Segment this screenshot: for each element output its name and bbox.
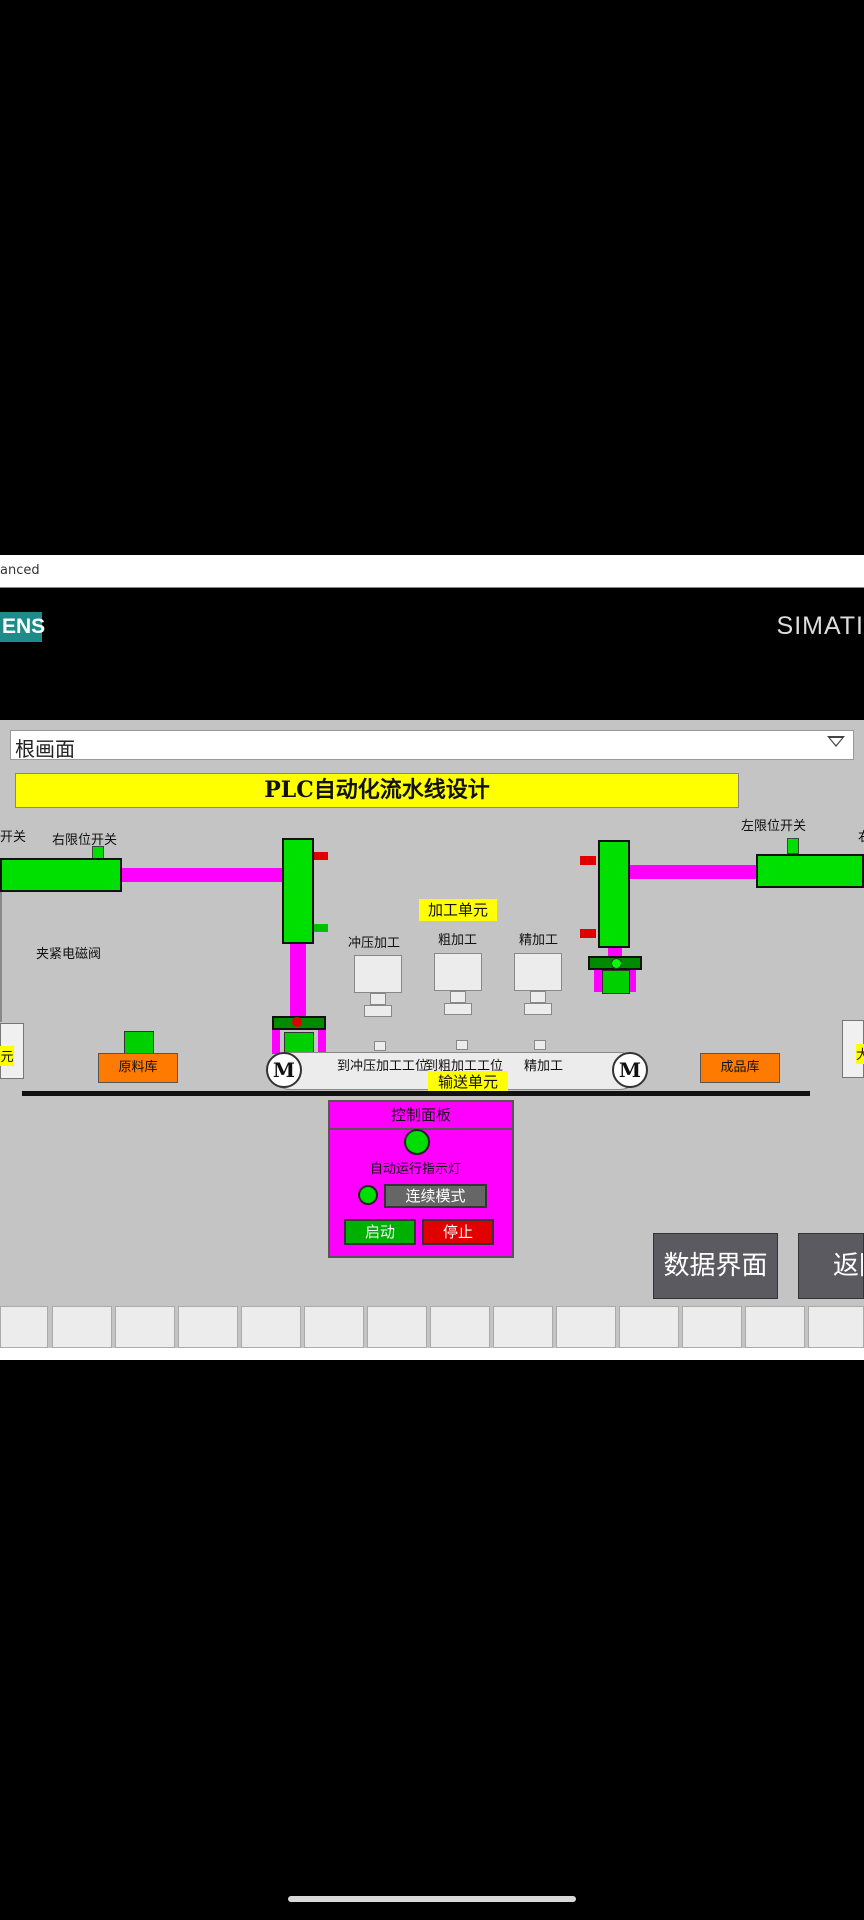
stop-button[interactable]: 停止 — [422, 1219, 494, 1245]
processing-unit-label: 加工单元 — [419, 899, 497, 921]
right-lift-upper-sensor — [580, 856, 596, 865]
fine-tool-tip — [524, 1003, 552, 1015]
right-unit-label: 大 — [856, 1044, 864, 1064]
function-key-2[interactable] — [52, 1306, 112, 1348]
left-gripper-sensor — [292, 1017, 302, 1027]
press-position-sensor — [374, 1041, 386, 1051]
function-key-12[interactable] — [682, 1306, 742, 1348]
right-gripper-sensor — [611, 958, 622, 969]
right-gripper-jaw-l — [594, 970, 602, 992]
left-lift-rod — [290, 944, 306, 1016]
function-key-7[interactable] — [367, 1306, 427, 1348]
function-key-4[interactable] — [178, 1306, 238, 1348]
function-key-bar — [0, 1306, 864, 1348]
rough-tool-head — [434, 953, 482, 991]
mode-indicator — [358, 1185, 378, 1205]
function-key-10[interactable] — [556, 1306, 616, 1348]
function-key-11[interactable] — [619, 1306, 679, 1348]
back-button[interactable]: 返回 — [798, 1233, 864, 1299]
conveyor-unit-label: 输送单元 — [428, 1071, 508, 1093]
function-key-9[interactable] — [493, 1306, 553, 1348]
press-position-label: 到冲压加工工位 — [337, 1059, 429, 1074]
tool-rough-label: 粗加工 — [438, 933, 478, 948]
tool-fine-label: 精加工 — [519, 933, 559, 948]
press-tool-head — [354, 955, 402, 993]
right-lift-lower-sensor — [580, 929, 596, 938]
screen-selector[interactable]: 根画面 — [10, 730, 854, 761]
product-name: SIMATI — [776, 612, 864, 640]
data-screen-button[interactable]: 数据界面 — [653, 1233, 778, 1299]
left-guide-line — [0, 892, 2, 1022]
fine-tool-head — [514, 953, 562, 991]
left-limit-switch — [787, 838, 799, 854]
rough-tool-tip — [444, 1003, 472, 1015]
left-gripper-jaw-r — [318, 1030, 326, 1054]
page-title: PLC自动化流水线设计 — [15, 773, 739, 808]
home-indicator[interactable] — [288, 1896, 576, 1902]
fine-position-sensor — [534, 1040, 546, 1050]
right-lift-cylinder — [598, 840, 630, 948]
control-panel-title: 控制面板 — [330, 1102, 512, 1130]
press-tool-shaft — [370, 993, 386, 1005]
right-cylinder-body — [756, 854, 864, 888]
left-cylinder-body — [0, 858, 122, 892]
raw-store: 原料库 — [98, 1053, 178, 1083]
raw-workpiece — [124, 1031, 154, 1055]
brand-logo: ENS — [0, 612, 45, 642]
auto-run-indicator — [404, 1129, 430, 1155]
screen-selector-value: 根画面 — [15, 737, 75, 761]
finished-store: 成品库 — [700, 1053, 780, 1083]
left-gripper-jaw-l — [272, 1030, 280, 1054]
left-lift-cylinder — [282, 838, 314, 944]
press-tool-tip — [364, 1005, 392, 1017]
left-lift-lower-sensor — [314, 924, 328, 932]
right-motor: M — [612, 1052, 648, 1088]
function-key-14[interactable] — [808, 1306, 864, 1348]
right-cut-label: 右 — [858, 826, 864, 845]
function-key-3[interactable] — [115, 1306, 175, 1348]
conveyor-rail — [22, 1091, 810, 1096]
hmi-top-bar — [0, 588, 864, 720]
window-title-bar: anced — [0, 555, 864, 588]
function-key-5[interactable] — [241, 1306, 301, 1348]
function-key-6[interactable] — [304, 1306, 364, 1348]
fine-position-label: 精加工 — [524, 1059, 564, 1074]
function-key-13[interactable] — [745, 1306, 805, 1348]
function-key-8[interactable] — [430, 1306, 490, 1348]
chevron-down-icon[interactable] — [827, 736, 845, 747]
hmi-bottom-border — [0, 1348, 864, 1360]
continuous-mode-button[interactable]: 连续模式 — [384, 1184, 487, 1208]
left-unit-label: 元 — [0, 1046, 14, 1066]
tool-press-label: 冲压加工 — [348, 936, 401, 951]
left-lift-upper-sensor — [314, 852, 328, 860]
start-button[interactable]: 启动 — [344, 1219, 416, 1245]
right-limit-switch-label: 右限位开关 — [52, 833, 118, 848]
rough-position-sensor — [456, 1040, 468, 1050]
left-cut-switch-label: 开关 — [0, 830, 27, 845]
window-title: anced — [0, 563, 40, 578]
left-motor: M — [266, 1052, 302, 1088]
function-key-1[interactable] — [0, 1306, 48, 1348]
rough-tool-shaft — [450, 991, 466, 1003]
right-cylinder-rod — [630, 865, 756, 879]
fine-tool-shaft — [530, 991, 546, 1003]
clamp-valve-label: 夹紧电磁阀 — [36, 947, 102, 962]
auto-run-indicator-label: 自动运行指示灯 — [370, 1162, 462, 1177]
right-gripper-workpiece — [602, 970, 630, 994]
left-cylinder-rod — [122, 868, 284, 882]
left-limit-switch-label: 左限位开关 — [741, 819, 807, 834]
